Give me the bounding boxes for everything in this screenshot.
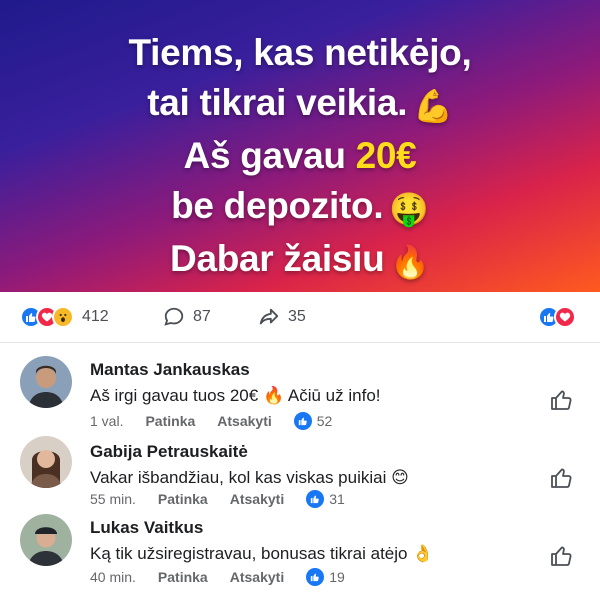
comment-text: Aš irgi gavau tuos 20€ 🔥 Ačiū už info! <box>90 386 381 405</box>
shares-count: 35 <box>288 308 306 325</box>
comment-item: Mantas Jankauskas Aš irgi gavau tuos 20€… <box>0 350 600 432</box>
shares-stat[interactable]: 35 <box>258 304 306 330</box>
comment-author[interactable]: Gabija Petrauskaitė <box>90 442 248 462</box>
comment-meta: 40 min. Patinka Atsakyti 19 <box>90 568 345 586</box>
comment-item: Lukas Vaitkus Ką tik užsiregistravau, bo… <box>0 510 600 592</box>
comment-text: Ką tik užsiregistravau, bonusas tikrai a… <box>90 544 434 563</box>
like-link[interactable]: Patinka <box>158 491 208 507</box>
hero-line-4: be depozito. 🤑 <box>171 185 429 228</box>
comment-author[interactable]: Lukas Vaitkus <box>90 518 203 538</box>
comments-stat[interactable]: 87 <box>163 304 211 330</box>
reply-link[interactable]: Atsakyti <box>230 491 284 507</box>
like-icon <box>293 412 312 430</box>
wow-icon <box>52 306 74 328</box>
comment-time[interactable]: 55 min. <box>90 491 136 507</box>
hero-line-3: Aš gavau 20€ <box>183 135 417 176</box>
avatar[interactable] <box>20 514 72 566</box>
fire-emoji-icon: 🔥 <box>390 243 430 281</box>
money-face-emoji-icon: 🤑 <box>389 190 429 228</box>
reaction-bar: 412 87 35 <box>0 292 600 343</box>
comment-like-count: 19 <box>329 569 345 585</box>
like-link[interactable]: Patinka <box>145 413 195 429</box>
comments-count: 87 <box>193 308 211 325</box>
hero-line-2: tai tikrai veikia. 💪 <box>147 82 453 125</box>
comment-icon <box>164 307 184 326</box>
reply-link[interactable]: Atsakyti <box>230 569 284 585</box>
avatar[interactable] <box>20 436 72 488</box>
post-image: Tiems, kas netikėjo, tai tikrai veikia. 💪… <box>0 0 600 292</box>
comment-like-count: 31 <box>329 491 345 507</box>
post-frame: Tiems, kas netikėjo, tai tikrai veikia. 💪… <box>0 0 600 600</box>
comment-item: Gabija Petrauskaitė Vakar išbandžiau, ko… <box>0 432 600 514</box>
bonus-amount: 20€ <box>355 135 417 176</box>
thumbs-up-icon[interactable] <box>550 388 574 412</box>
reaction-summary[interactable]: 412 <box>20 304 109 330</box>
like-icon <box>306 568 325 586</box>
comment-meta: 55 min. Patinka Atsakyti 31 <box>90 490 345 508</box>
hero-line-1: Tiems, kas netikėjo, <box>128 32 472 73</box>
avatar[interactable] <box>20 356 72 408</box>
reply-link[interactable]: Atsakyti <box>217 413 271 429</box>
reaction-icons-right[interactable] <box>538 304 576 330</box>
thumbs-up-icon[interactable] <box>550 466 574 490</box>
like-icon <box>306 490 325 508</box>
comment-time[interactable]: 40 min. <box>90 569 136 585</box>
share-icon <box>259 308 279 325</box>
hero-line-5: Dabar žaisiu 🔥 <box>170 238 430 281</box>
comment-text: Vakar išbandžiau, kol kas viskas puikiai… <box>90 468 409 487</box>
like-link[interactable]: Patinka <box>158 569 208 585</box>
love-icon <box>554 306 576 328</box>
comment-author[interactable]: Mantas Jankauskas <box>90 360 250 380</box>
comment-meta: 1 val. Patinka Atsakyti 52 <box>90 412 332 430</box>
muscle-emoji-icon: 💪 <box>413 87 453 125</box>
reaction-count: 412 <box>82 308 109 325</box>
comment-time[interactable]: 1 val. <box>90 413 123 429</box>
thumbs-up-icon[interactable] <box>550 544 574 568</box>
comment-like-count: 52 <box>316 413 333 429</box>
